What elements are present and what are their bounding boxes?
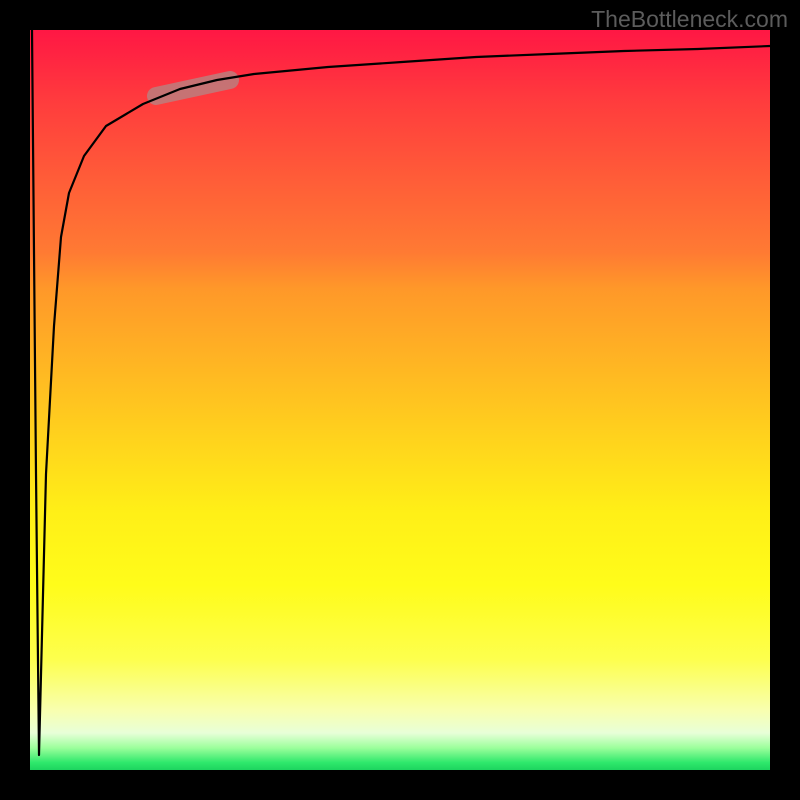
chart-frame-bottom — [0, 770, 800, 800]
bottleneck-curve — [32, 30, 770, 755]
bottleneck-curve-svg — [30, 30, 770, 770]
watermark-text: TheBottleneck.com — [591, 6, 788, 33]
chart-container: TheBottleneck.com — [0, 0, 800, 800]
chart-frame-left — [0, 0, 30, 800]
